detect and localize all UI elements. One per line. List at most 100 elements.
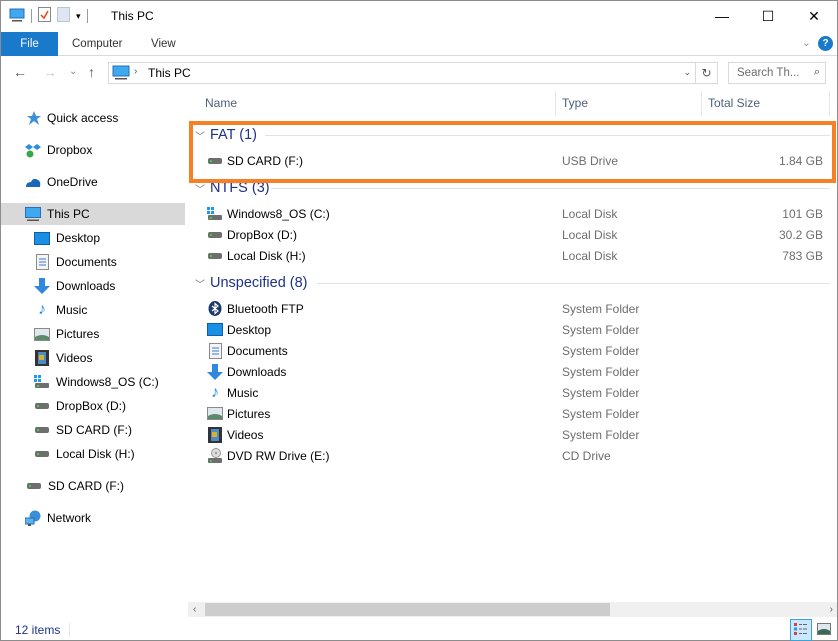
folder-row-music[interactable]: ♪ Music System Folder — [187, 382, 837, 403]
sidebar-item-documents[interactable]: Documents — [1, 251, 185, 273]
item-type: Local Disk — [562, 207, 618, 221]
group-header-unspecified[interactable]: ﹀ Unspecified (8) — [195, 272, 308, 294]
folder-row-bluetooth-ftp[interactable]: Bluetooth FTP System Folder — [187, 298, 837, 319]
help-icon[interactable]: ? — [818, 36, 833, 51]
ribbon-tabs: File Computer View ⌄ ? — [1, 32, 837, 56]
downloads-icon — [207, 363, 223, 380]
sidebar-item-this-pc[interactable]: This PC — [1, 203, 185, 225]
status-divider — [69, 623, 70, 637]
properties-icon[interactable] — [38, 7, 51, 25]
address-bar[interactable]: › This PC ⌄ ↻ — [108, 62, 718, 84]
group-label: Unspecified (8) — [210, 275, 308, 291]
drive-icon — [34, 398, 50, 414]
desktop-icon — [207, 322, 223, 337]
new-folder-icon[interactable] — [57, 7, 70, 25]
computer-icon[interactable] — [9, 8, 25, 25]
item-name: Documents — [227, 344, 288, 358]
details-view-button[interactable] — [790, 619, 812, 641]
search-box[interactable]: Search Th... ⌕ — [728, 62, 826, 84]
column-header-total-size[interactable]: Total Size — [702, 89, 760, 117]
sidebar-item-downloads[interactable]: Downloads — [1, 275, 185, 297]
scrollbar-thumb[interactable] — [205, 603, 610, 616]
minimize-icon: — — [715, 8, 729, 24]
back-button[interactable]: ← — [13, 64, 27, 80]
drive-icon — [34, 422, 50, 438]
forward-button[interactable]: → — [43, 64, 57, 80]
customize-dropdown-icon[interactable]: ▾ — [76, 11, 81, 22]
column-header-name[interactable]: Name — [199, 89, 237, 117]
sidebar-item-pictures[interactable]: Pictures — [1, 323, 185, 345]
breadcrumb-separator[interactable]: › — [134, 66, 137, 77]
folder-row-videos[interactable]: Videos System Folder — [187, 424, 837, 445]
sidebar-item-dropbox-drive[interactable]: DropBox (D:) — [1, 395, 185, 417]
sidebar-item-label: SD CARD (F:) — [56, 423, 132, 437]
folder-row-desktop[interactable]: Desktop System Folder — [187, 319, 837, 340]
folder-row-pictures[interactable]: Pictures System Folder — [187, 403, 837, 424]
refresh-button[interactable]: ↻ — [695, 63, 717, 83]
sidebar-item-dropbox[interactable]: Dropbox — [1, 139, 185, 161]
drive-icon — [34, 446, 50, 462]
minimize-button[interactable]: — — [699, 1, 745, 31]
item-type: Local Disk — [562, 228, 618, 242]
item-name: Bluetooth FTP — [227, 302, 304, 316]
item-size: 101 GB — [782, 207, 823, 221]
sidebar-item-sd-card-root[interactable]: SD CARD (F:) — [1, 475, 185, 497]
item-type: System Folder — [562, 323, 640, 337]
sidebar-item-label: Local Disk (H:) — [56, 447, 135, 461]
close-button[interactable]: ✕ — [791, 1, 837, 31]
sidebar-item-windows8-os[interactable]: Windows8_OS (C:) — [1, 371, 185, 393]
tab-view[interactable]: View — [137, 32, 190, 56]
sidebar-item-onedrive[interactable]: OneDrive — [1, 171, 185, 193]
expand-ribbon-icon[interactable]: ⌄ — [802, 36, 811, 49]
chevron-down-icon: ﹀ — [195, 279, 205, 291]
horizontal-scrollbar[interactable]: ‹ › — [188, 602, 837, 617]
sidebar-item-label: Downloads — [56, 279, 116, 293]
drive-row-dropbox[interactable]: DropBox (D:) Local Disk 30.2 GB — [187, 224, 837, 245]
sidebar-item-label: Music — [56, 303, 88, 317]
drive-row-dvd-rw[interactable]: DVD RW Drive (E:) CD Drive — [187, 445, 837, 466]
sidebar-item-network[interactable]: Network — [1, 507, 185, 529]
sidebar-item-desktop[interactable]: Desktop — [1, 227, 185, 249]
computer-icon — [25, 206, 41, 222]
window-title: This PC — [111, 9, 154, 23]
sidebar-item-label: Desktop — [56, 231, 101, 245]
tab-file[interactable]: File — [1, 32, 58, 56]
drive-row-local-disk[interactable]: Local Disk (H:) Local Disk 783 GB — [187, 245, 837, 266]
column-header-type[interactable]: Type — [556, 89, 588, 117]
large-icons-view-icon — [817, 622, 831, 638]
scroll-left-arrow[interactable]: ‹ — [193, 602, 196, 617]
folder-row-documents[interactable]: Documents System Folder — [187, 340, 837, 361]
drive-row-windows8-os[interactable]: Windows8_OS (C:) Local Disk 101 GB — [187, 203, 837, 224]
sidebar-item-quick-access[interactable]: Quick access — [1, 107, 185, 129]
file-explorer-window: ▾ This PC — ☐ ✕ File Computer View ⌄ ? ←… — [0, 0, 838, 641]
up-button[interactable]: ↑ — [88, 64, 95, 80]
search-input[interactable]: Search Th... — [737, 67, 799, 79]
sidebar-item-videos[interactable]: Videos — [1, 347, 185, 369]
folder-row-downloads[interactable]: Downloads System Folder — [187, 361, 837, 382]
pictures-icon — [207, 406, 223, 421]
quick-access-toolbar: ▾ — [9, 7, 88, 25]
sidebar-item-local-disk[interactable]: Local Disk (H:) — [1, 443, 185, 465]
item-type: System Folder — [562, 407, 640, 421]
sidebar-item-music[interactable]: ♪ Music — [1, 299, 185, 321]
address-dropdown-icon[interactable]: ⌄ — [683, 67, 691, 78]
item-name: Music — [227, 386, 259, 400]
search-icon: ⌕ — [813, 66, 820, 78]
breadcrumb-this-pc[interactable]: This PC — [148, 66, 191, 80]
sidebar-item-label: This PC — [47, 207, 90, 221]
bluetooth-icon — [207, 301, 223, 316]
os-drive-icon — [207, 206, 223, 221]
large-icons-view-button[interactable] — [813, 619, 835, 641]
recent-locations-button[interactable]: ⌄ — [69, 66, 77, 77]
navigation-pane: Quick access Dropbox OneDrive This PC De… — [1, 89, 187, 613]
os-drive-icon — [34, 374, 50, 390]
item-name: DVD RW Drive (E:) — [227, 449, 330, 463]
downloads-icon — [34, 278, 50, 294]
column-divider[interactable] — [829, 91, 830, 115]
sidebar-item-sd-card[interactable]: SD CARD (F:) — [1, 419, 185, 441]
tab-computer[interactable]: Computer — [58, 32, 137, 56]
scroll-right-arrow[interactable]: › — [830, 602, 833, 617]
details-view-icon — [794, 622, 808, 638]
sidebar-item-label: OneDrive — [47, 175, 98, 189]
maximize-button[interactable]: ☐ — [745, 1, 791, 31]
